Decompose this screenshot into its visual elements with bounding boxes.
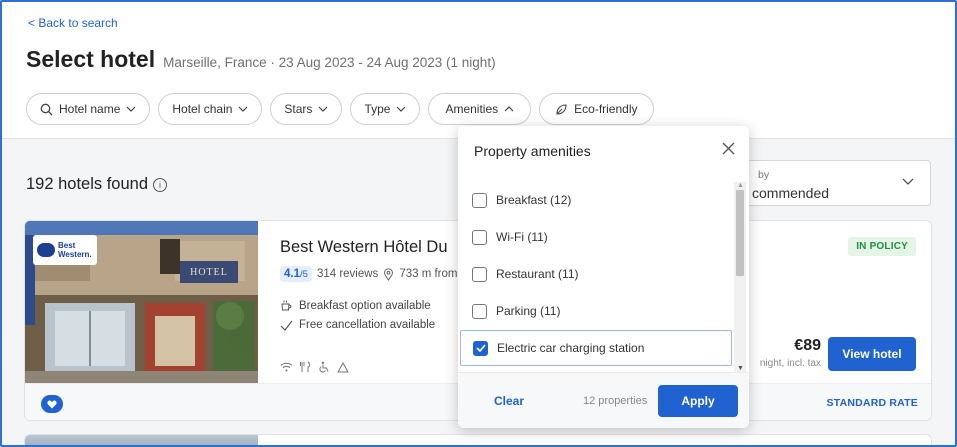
- amenity-label: Breakfast (12): [496, 193, 572, 207]
- cancellation-text: Free cancellation available: [299, 319, 436, 331]
- hotel-name-filter-label: Hotel name: [59, 102, 121, 116]
- close-icon[interactable]: [722, 142, 735, 155]
- hotel-chain-filter[interactable]: Hotel chain: [158, 93, 263, 125]
- rating-scale: /5: [300, 269, 308, 280]
- back-to-search-link[interactable]: < Back to search: [28, 16, 118, 30]
- checkbox[interactable]: [472, 266, 487, 282]
- sort-select[interactable]: by commended: [735, 160, 931, 206]
- rating-score: 4.1/5: [280, 266, 312, 282]
- hotel-sign: HOTEL: [190, 266, 228, 278]
- amenities-dropdown: Property amenities Breakfast (12) Wi-Fi …: [458, 126, 749, 428]
- search-icon: [40, 103, 53, 115]
- chevron-up-icon: [504, 106, 514, 112]
- amenities-list: Breakfast (12) Wi-Fi (11) Restaurant (11…: [458, 182, 735, 372]
- type-filter-label: Type: [364, 102, 391, 116]
- amenity-option[interactable]: Breakfast (12): [460, 182, 732, 218]
- stars-filter-label: Stars: [284, 102, 313, 116]
- chevron-down-icon: [902, 178, 914, 185]
- check-icon: [475, 344, 486, 352]
- price-note: night, incl. tax: [759, 358, 821, 369]
- hotel-name[interactable]: Best Western Hôtel Du: [280, 238, 448, 257]
- hotel-name-filter[interactable]: Hotel name: [26, 93, 151, 125]
- leaf-icon: [556, 103, 567, 115]
- view-hotel-button[interactable]: View hotel: [828, 337, 916, 371]
- amenity-icons: [280, 361, 349, 373]
- breakfast-feature: Breakfast option available: [280, 299, 431, 312]
- info-icon[interactable]: i: [153, 177, 168, 192]
- chevron-down-icon: [319, 106, 328, 112]
- amenity-option[interactable]: Restaurant (11): [460, 256, 732, 292]
- accessible-icon: [319, 361, 329, 373]
- dropdown-footer: Clear 12 properties Apply: [458, 372, 749, 428]
- search-summary: Marseille, France · 23 Aug 2023 - 24 Aug…: [163, 55, 496, 70]
- amenity-label: Parking (11): [496, 304, 561, 318]
- dropdown-scrollbar[interactable]: ▲ ▼: [734, 182, 746, 372]
- amenities-filter[interactable]: Amenities: [428, 93, 532, 125]
- wifi-icon: [280, 362, 293, 372]
- amenity-label: Wi-Fi (11): [496, 230, 548, 244]
- amenity-label: Electric car charging station: [497, 341, 645, 355]
- restaurant-icon: [300, 361, 310, 372]
- next-hotel-card[interactable]: [24, 434, 932, 447]
- eco-friendly-filter[interactable]: Eco-friendly: [539, 93, 654, 125]
- parking-icon: [337, 361, 349, 372]
- title-row: Select hotel Marseille, France · 23 Aug …: [26, 46, 496, 73]
- sort-value: commended: [752, 185, 830, 201]
- hotel-photo[interactable]: HOTEL Best Western.: [25, 221, 258, 383]
- apply-button[interactable]: Apply: [658, 385, 738, 417]
- distance-text: 733 m from: [399, 268, 458, 280]
- hotel-price: €89: [794, 337, 821, 354]
- brand-logo: Best Western.: [33, 235, 97, 265]
- brand-badge-icon: [37, 243, 55, 257]
- brand-logo-text-1: Best: [58, 241, 76, 250]
- scroll-down-arrow-icon[interactable]: ▼: [737, 365, 744, 372]
- clear-button[interactable]: Clear: [494, 394, 524, 408]
- scrollbar-thumb[interactable]: [736, 190, 744, 276]
- checkbox[interactable]: [472, 192, 487, 208]
- cancellation-feature: Free cancellation available: [280, 319, 435, 331]
- hotel-chain-filter-label: Hotel chain: [172, 102, 233, 116]
- amenity-label: Restaurant (11): [496, 267, 579, 281]
- chevron-down-icon: [238, 106, 248, 112]
- type-filter[interactable]: Type: [350, 93, 421, 125]
- page-title: Select hotel: [26, 46, 156, 72]
- stars-filter[interactable]: Stars: [270, 93, 343, 125]
- breakfast-icon: [281, 300, 292, 311]
- review-count[interactable]: 314 reviews: [317, 268, 378, 280]
- amenities-filter-label: Amenities: [445, 102, 499, 116]
- breakfast-text: Breakfast option available: [299, 299, 431, 312]
- check-icon: [280, 320, 293, 331]
- sort-label: by: [758, 169, 770, 181]
- next-hotel-photo[interactable]: [25, 435, 258, 447]
- standard-rate-label: STANDARD RATE: [826, 397, 918, 409]
- in-policy-badge: IN POLICY: [848, 237, 916, 256]
- amenity-option-selected[interactable]: Electric car charging station: [460, 330, 732, 366]
- filter-bar: Hotel name Hotel chain Stars Type Amenit…: [26, 93, 654, 125]
- brand-logo-text-2: Western.: [58, 250, 92, 259]
- rating-value: 4.1: [284, 268, 300, 280]
- properties-count: 12 properties: [583, 395, 648, 407]
- scroll-up-arrow-icon[interactable]: ▲: [737, 182, 744, 189]
- amenity-option[interactable]: Wi-Fi (11): [460, 219, 732, 255]
- chevron-down-icon: [397, 106, 406, 112]
- checkbox[interactable]: [472, 303, 487, 319]
- results-count: 192 hotels found i: [26, 175, 168, 194]
- checkbox-checked[interactable]: [473, 340, 488, 356]
- chevron-down-icon: [126, 106, 136, 112]
- eco-friendly-filter-label: Eco-friendly: [574, 102, 638, 116]
- location-pin-icon: [384, 267, 394, 281]
- favorite-button[interactable]: [41, 395, 63, 413]
- amenity-option[interactable]: Parking (11): [460, 293, 732, 329]
- rating-row: 4.1/5 314 reviews 733 m from: [280, 266, 457, 282]
- page-header: < Back to search Select hotel Marseille,…: [2, 2, 955, 138]
- dropdown-title: Property amenities: [474, 143, 591, 159]
- checkbox[interactable]: [472, 229, 487, 245]
- heart-icon: [47, 399, 57, 408]
- results-count-text: 192 hotels found: [26, 175, 149, 193]
